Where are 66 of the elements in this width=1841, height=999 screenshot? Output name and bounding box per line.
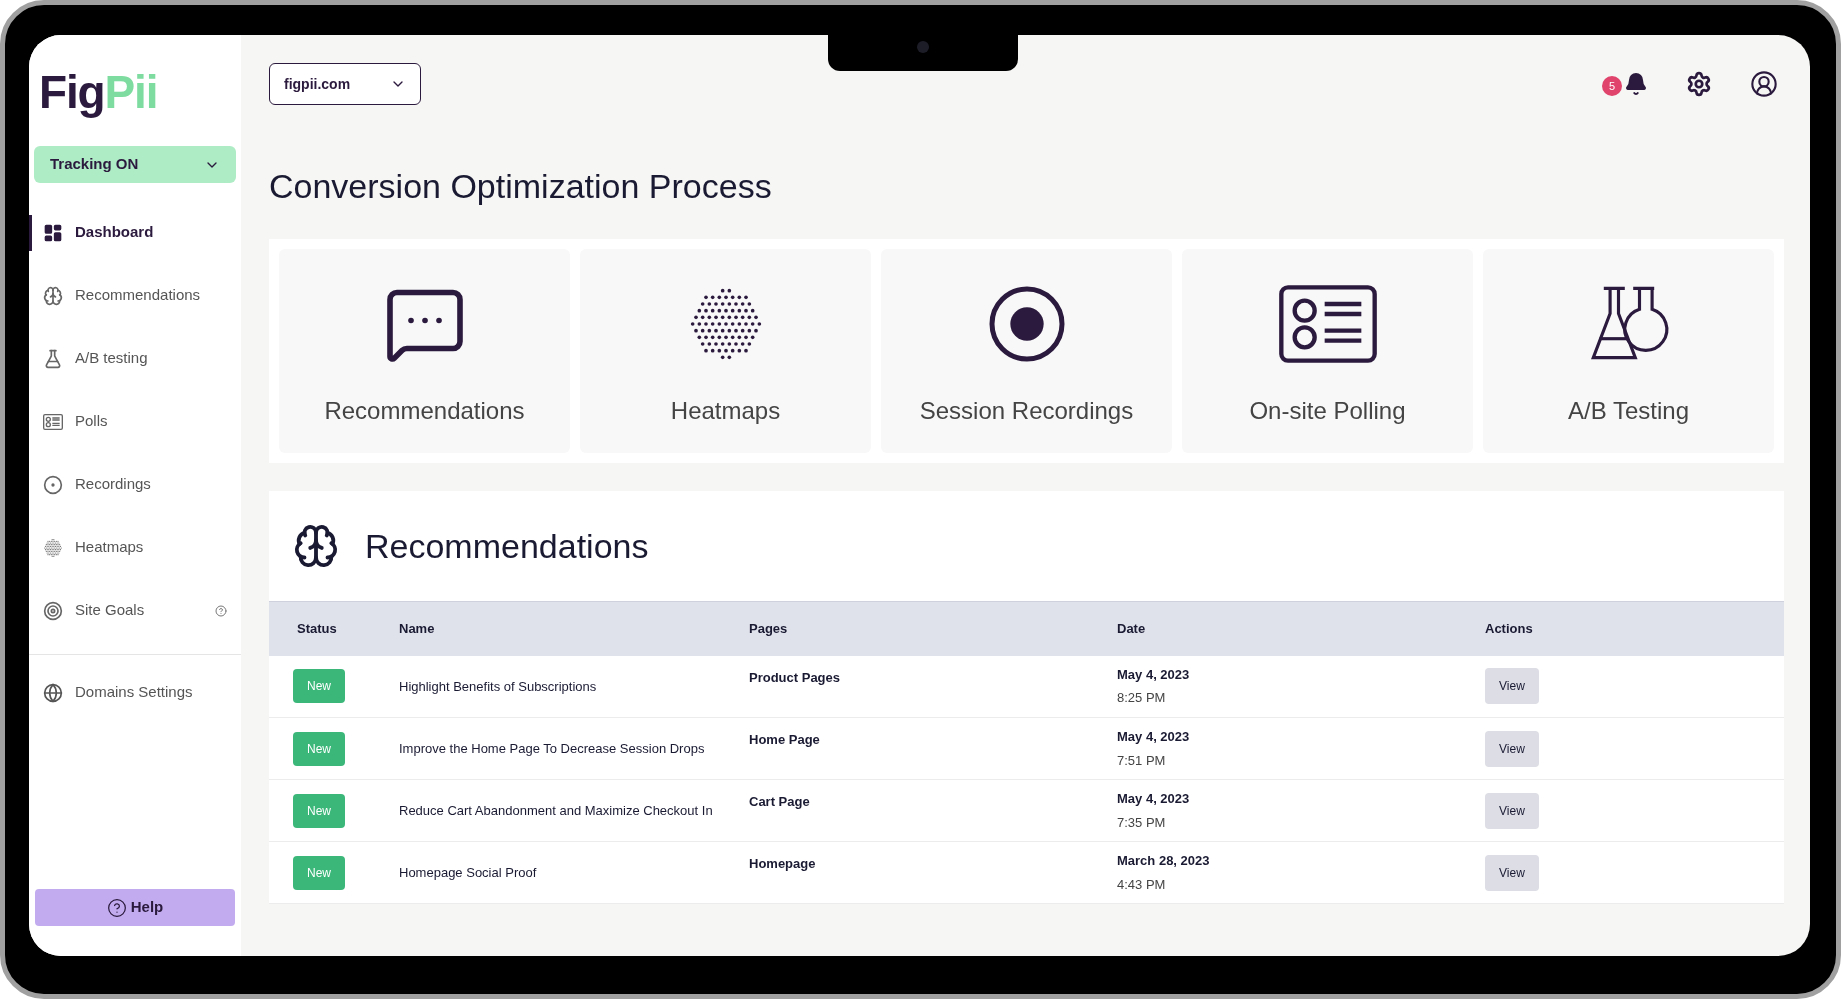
time-text: 7:35 PM bbox=[1117, 813, 1167, 832]
table-cell: Reduce Cart Abandonment and Maximize Checkout In bbox=[399, 802, 713, 818]
brain-icon bbox=[43, 285, 63, 306]
camera-icon bbox=[917, 41, 929, 53]
date-text: May 4, 2023 bbox=[1117, 790, 1191, 808]
status-badge: New bbox=[293, 669, 345, 704]
domain-dropdown[interactable]: figpii.com bbox=[269, 63, 421, 105]
poll-list-icon bbox=[1277, 284, 1378, 364]
sidebar-item[interactable]: Recommendations bbox=[41, 280, 203, 311]
date-text: May 4, 2023 bbox=[1117, 728, 1191, 746]
status-badge: New bbox=[293, 731, 345, 766]
tracking-dropdown[interactable]: Tracking ON bbox=[34, 146, 236, 183]
time-text: 8:25 PM bbox=[1117, 689, 1167, 708]
table-cell: Cart Page bbox=[749, 794, 810, 809]
view-button[interactable]: View bbox=[1485, 730, 1539, 767]
brain-icon bbox=[293, 523, 339, 569]
process-card[interactable]: A/B Testing bbox=[1483, 249, 1774, 453]
view-button[interactable]: View bbox=[1485, 792, 1539, 829]
heatmap-icon bbox=[43, 537, 63, 558]
sidebar-item[interactable]: Domains Settings bbox=[41, 677, 195, 708]
target-icon bbox=[43, 600, 63, 621]
column-header: Pages bbox=[749, 601, 1117, 656]
time-text: 4:43 PM bbox=[1117, 875, 1167, 894]
table-cell: Improve the Home Page To Decrease Session Drops bbox=[399, 740, 705, 756]
table-cell: Product Pages bbox=[749, 669, 841, 685]
date-text: March 28, 2023 bbox=[1117, 852, 1211, 870]
sidebar-item[interactable]: Heatmaps bbox=[41, 532, 146, 563]
active-indicator bbox=[29, 215, 32, 251]
notification-count: 5 bbox=[1602, 76, 1622, 96]
sidebar-item[interactable]: A/B testing bbox=[41, 343, 150, 374]
page-title: Conversion Optimization Process bbox=[269, 169, 773, 203]
process-card[interactable]: Heatmaps bbox=[580, 249, 871, 453]
status-badge: New bbox=[293, 855, 345, 890]
table-cell: Homepage Social Proof bbox=[399, 864, 537, 880]
sidebar-item[interactable]: Dashboard bbox=[41, 217, 156, 248]
sidebar-item[interactable]: Polls bbox=[41, 406, 110, 437]
time-text: 7:51 PM bbox=[1117, 751, 1167, 770]
help-button[interactable]: Help bbox=[35, 889, 235, 926]
poll-list-icon bbox=[43, 413, 63, 430]
column-header: Name bbox=[389, 601, 749, 656]
column-header: Status bbox=[269, 601, 389, 656]
view-button[interactable]: View bbox=[1485, 854, 1539, 891]
settings-button[interactable] bbox=[1686, 71, 1712, 97]
sidebar-item[interactable]: Recordings bbox=[41, 469, 153, 500]
sidebar-item[interactable]: Site Goals bbox=[41, 595, 147, 626]
process-card[interactable]: Recommendations bbox=[279, 249, 570, 453]
record-icon bbox=[43, 474, 63, 495]
settings-icon bbox=[1686, 71, 1712, 97]
profile-button[interactable] bbox=[1750, 70, 1778, 98]
globe-icon bbox=[43, 682, 63, 703]
table-cell: Home Page bbox=[749, 732, 820, 747]
table-cell: Highlight Benefits of Subscriptions bbox=[399, 678, 597, 694]
process-card[interactable]: Session Recordings bbox=[881, 249, 1172, 453]
date-text: May 4, 2023 bbox=[1117, 665, 1191, 684]
dashboard-icon bbox=[43, 222, 63, 243]
view-button[interactable]: View bbox=[1485, 668, 1539, 705]
status-badge: New bbox=[293, 793, 345, 828]
section-title: Recommendations bbox=[365, 525, 649, 567]
column-header: Actions bbox=[1485, 601, 1784, 656]
help-icon bbox=[106, 897, 127, 918]
table-cell: Homepage bbox=[749, 856, 816, 871]
bell-icon bbox=[1624, 72, 1648, 96]
column-header: Date bbox=[1117, 601, 1485, 656]
process-card[interactable]: On-site Polling bbox=[1182, 249, 1473, 453]
user-icon bbox=[1750, 70, 1778, 98]
flask-icon bbox=[43, 348, 63, 369]
